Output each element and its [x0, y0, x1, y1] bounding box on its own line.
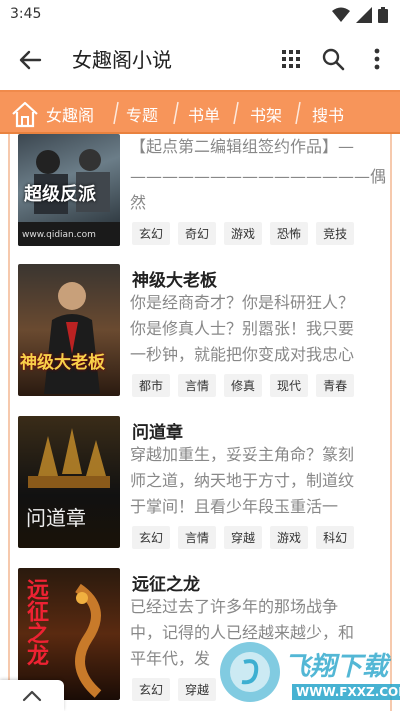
- battery-icon: [378, 7, 388, 23]
- status-icons: [332, 7, 388, 23]
- tag[interactable]: 都市: [132, 374, 171, 397]
- tag[interactable]: 言情: [178, 526, 217, 549]
- desc-line: 【起点第二编辑组签约作品】—: [130, 137, 355, 156]
- cover-title: 问道章: [26, 506, 86, 530]
- nav-separator: [295, 101, 301, 125]
- cover-site: www.qidian.com: [22, 230, 96, 240]
- nav-item-search-books[interactable]: 搜书: [312, 102, 344, 126]
- desc-line: 于掌间！且看少年段玉重活一: [130, 497, 339, 516]
- status-time: 3:45: [10, 6, 42, 22]
- book-cover: 超级反派 www.qidian.com: [18, 134, 120, 246]
- tag[interactable]: 科幻: [316, 526, 355, 549]
- chevron-up-icon: [22, 690, 42, 702]
- nav-item-bookshelf[interactable]: 书架: [250, 102, 282, 126]
- tag[interactable]: 穿越: [224, 526, 263, 549]
- nav-separator: [233, 101, 239, 125]
- cover-title: 远征之龙: [23, 578, 48, 666]
- page-title: 女趣阁小说: [72, 48, 172, 72]
- signal-icon: [356, 7, 372, 23]
- book-description: 穿越加重生，妥妥主角命？篆刻 师之道，纳天地于方寸，制道纹 于掌间！且看少年段玉…: [130, 442, 386, 520]
- desc-line: 已经过去了许多年的那场战争: [130, 597, 339, 616]
- desc-line: 你是修真人士？别嚣张！我只要: [130, 319, 355, 338]
- desc-line: 一秒钟，就能把你变成对我忠心: [130, 345, 355, 364]
- book-title[interactable]: 远征之龙: [132, 570, 200, 595]
- tag[interactable]: 玄幻: [132, 678, 171, 701]
- tag[interactable]: 奇幻: [178, 222, 217, 245]
- cover-title: 神级大老板: [20, 353, 105, 373]
- status-bar: 3:45: [0, 0, 400, 30]
- tag[interactable]: 青春: [316, 374, 355, 397]
- desc-line: 你是经商奇才？你是科研狂人？: [130, 293, 355, 312]
- book-description: 【起点第二编辑组签约作品】— ———————————————偶然: [130, 134, 386, 216]
- wifi-icon: [332, 7, 350, 22]
- tag[interactable]: 恐怖: [270, 222, 309, 245]
- tag[interactable]: 修真: [224, 374, 263, 397]
- tag[interactable]: 竞技: [316, 222, 355, 245]
- watermark: 飞翔下载 WWW.FXXZ.COM: [218, 640, 400, 711]
- search-icon[interactable]: [318, 44, 348, 74]
- tag[interactable]: 游戏: [270, 526, 309, 549]
- nav-separator: [113, 101, 119, 125]
- more-vert-icon[interactable]: [362, 44, 392, 74]
- tag-list: 玄幻 言情 穿越 游戏 科幻: [132, 526, 355, 549]
- book-title[interactable]: 问道章: [132, 418, 183, 443]
- scroll-to-top-button[interactable]: [0, 680, 64, 711]
- nav-item-home[interactable]: 女趣阁: [46, 102, 94, 126]
- nav-item-booklists[interactable]: 书单: [188, 102, 220, 126]
- desc-line: 师之道，纳天地于方寸，制道纹: [130, 471, 355, 490]
- app-bar: 女趣阁小说: [0, 30, 400, 88]
- home-icon[interactable]: [10, 100, 40, 128]
- watermark-url: WWW.FXXZ.COM: [292, 684, 400, 700]
- tag-list: 都市 言情 修真 现代 青春: [132, 374, 355, 397]
- tag-list: 玄幻 穿越: [132, 678, 217, 701]
- tag[interactable]: 玄幻: [132, 526, 171, 549]
- tag[interactable]: 现代: [270, 374, 309, 397]
- tag[interactable]: 玄幻: [132, 222, 171, 245]
- watermark-text: 飞翔下载: [284, 652, 389, 682]
- cover-art: [44, 282, 100, 394]
- book-cover: 问道章: [18, 416, 120, 548]
- nav-item-topics[interactable]: 专题: [126, 102, 158, 126]
- back-arrow-icon[interactable]: [14, 44, 46, 76]
- book-list: 超级反派 www.qidian.com 【起点第二编辑组签约作品】— —————…: [8, 134, 392, 711]
- book-description: 你是经商奇才？你是科研狂人？ 你是修真人士？别嚣张！我只要 一秒钟，就能把你变成…: [130, 290, 386, 368]
- tag[interactable]: 穿越: [178, 678, 217, 701]
- category-nav: 女趣阁 专题 书单 书架 搜书: [0, 90, 400, 134]
- book-title[interactable]: 神级大老板: [132, 266, 217, 291]
- tag-list: 玄幻 奇幻 游戏 恐怖 竞技: [132, 222, 355, 245]
- desc-line: ———————————————偶然: [130, 167, 387, 212]
- nav-separator: [173, 101, 179, 125]
- cover-title: 超级反派: [24, 184, 96, 205]
- tag[interactable]: 言情: [178, 374, 217, 397]
- grid-menu-icon[interactable]: [276, 44, 306, 74]
- desc-line: 穿越加重生，妥妥主角命？篆刻: [130, 445, 355, 464]
- book-cover: 神级大老板: [18, 264, 120, 396]
- tag[interactable]: 游戏: [224, 222, 263, 245]
